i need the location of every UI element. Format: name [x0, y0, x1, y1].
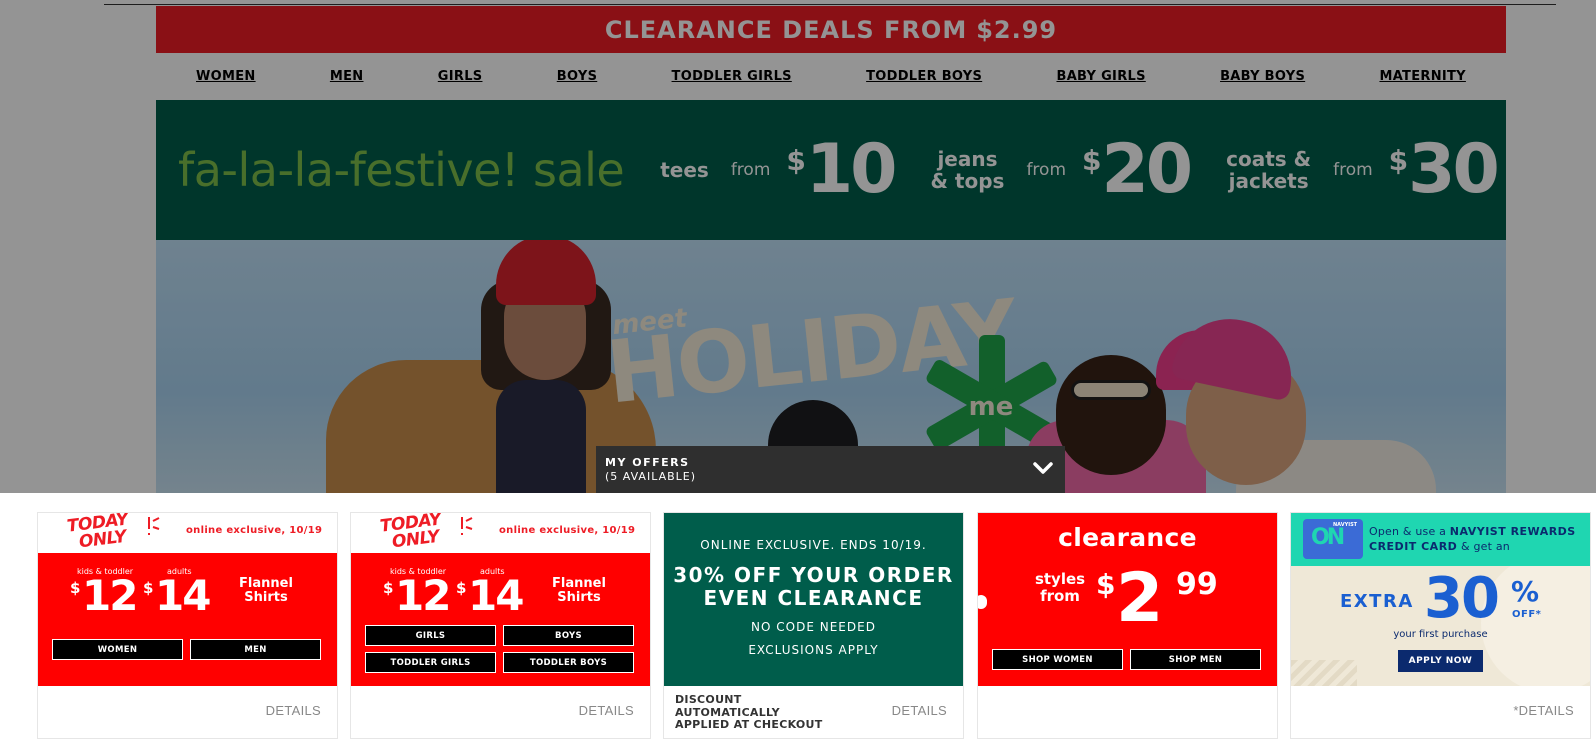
offer-exclusions: EXCLUSIONS APPLY: [748, 643, 879, 657]
off-label: OFF*: [1512, 609, 1542, 620]
today-only-label: TODAY ONLY: [65, 513, 130, 553]
offer-card-30-off-order[interactable]: ONLINE EXCLUSIVE. ENDS 10/19. 30% OFF YO…: [663, 512, 964, 739]
offer-card-navyist-credit[interactable]: ON NAVYIST Open & use a NAVYIST REWARDS C…: [1290, 512, 1591, 739]
offer-footer: DETAILS: [351, 686, 650, 739]
offer-art: ONLINE EXCLUSIVE. ENDS 10/19. 30% OFF YO…: [664, 513, 963, 686]
sparkle-icon: [148, 517, 160, 535]
offer-footer: DISCOUNT AUTOMATICALLY APPLIED AT CHECKOUT…: [664, 686, 963, 739]
chevron-down-icon[interactable]: [1033, 461, 1053, 475]
my-offers-count: (5 AVAILABLE): [605, 470, 697, 483]
kids-price: 12: [82, 571, 138, 620]
kids-currency: $: [70, 579, 81, 597]
credit-card-icon: ON NAVYIST: [1303, 519, 1363, 559]
shop-men-button[interactable]: MEN: [190, 639, 321, 660]
details-link[interactable]: DETAILS: [579, 703, 634, 718]
offer-no-code: NO CODE NEEDED: [751, 620, 876, 634]
modal-backdrop[interactable]: [0, 0, 1596, 493]
offer-headline: 30% OFF YOUR ORDER EVEN CLEARANCE: [673, 563, 954, 610]
clearance-title: clearance: [1058, 523, 1197, 552]
offer-art: ON NAVYIST Open & use a NAVYIST REWARDS C…: [1291, 513, 1590, 686]
offer-card-flannel-adults[interactable]: TODAY ONLY online exclusive, 10/19 kids &…: [37, 512, 338, 739]
apply-now-button[interactable]: APPLY NOW: [1398, 650, 1483, 672]
details-link[interactable]: DETAILS: [266, 703, 321, 718]
styles-from-text: styles from: [1034, 570, 1086, 605]
details-link[interactable]: *DETAILS: [1513, 703, 1574, 718]
shop-boys-button[interactable]: BOYS: [503, 625, 634, 646]
decorative-dot: [978, 595, 987, 609]
today-only-label: TODAY ONLY: [378, 513, 443, 553]
clearance-price-dollars: 2: [1116, 559, 1164, 638]
shop-toddler-boys-button[interactable]: TODDLER BOYS: [503, 652, 634, 673]
shop-girls-button[interactable]: GIRLS: [365, 625, 496, 646]
offer-footer: [978, 686, 1277, 739]
shop-men-button[interactable]: SHOP MEN: [1130, 649, 1261, 670]
my-offers-title: MY OFFERS: [605, 456, 690, 469]
clearance-currency: $: [1096, 568, 1116, 601]
my-offers-toggle[interactable]: MY OFFERS (5 AVAILABLE): [596, 446, 1065, 493]
percent-sign: %: [1511, 575, 1540, 608]
adults-currency: $: [456, 579, 467, 597]
product-name: Flannel Shirts: [552, 576, 606, 605]
credit-card-offer-text: Open & use a NAVYIST REWARDS CREDIT CARD…: [1369, 525, 1576, 553]
offer-footer: DETAILS: [38, 686, 337, 739]
extra-label: EXTRA: [1340, 591, 1414, 612]
discount-note: DISCOUNT AUTOMATICALLY APPLIED AT CHECKOUT: [675, 693, 823, 731]
shop-women-button[interactable]: WOMEN: [52, 639, 183, 660]
decorative-stripes: [1291, 660, 1357, 686]
offer-red-panel: kids & toddler adults $ 12 $ 14 Flannel S…: [38, 553, 337, 686]
shop-women-button[interactable]: SHOP WOMEN: [992, 649, 1123, 670]
offer-card-flannel-kids[interactable]: TODAY ONLY online exclusive, 10/19 kids &…: [350, 512, 651, 739]
shop-toddler-girls-button[interactable]: TODDLER GIRLS: [365, 652, 496, 673]
first-purchase-text: your first purchase: [1393, 629, 1488, 640]
offer-online-exclusive: ONLINE EXCLUSIVE. ENDS 10/19.: [700, 538, 927, 552]
offer-art: TODAY ONLY online exclusive, 10/19 kids &…: [38, 513, 337, 686]
kids-price: 12: [395, 571, 451, 620]
offer-art: clearance styles from $ 2 99 SHOP WOMEN S…: [978, 513, 1277, 686]
kids-currency: $: [383, 579, 394, 597]
online-exclusive-text: online exclusive, 10/19: [186, 525, 323, 536]
offer-card-clearance[interactable]: clearance styles from $ 2 99 SHOP WOMEN S…: [977, 512, 1278, 739]
page: CLEARANCE DEALS FROM $2.99 WOMEN MEN GIR…: [0, 0, 1596, 739]
extra-percent-value: 30: [1424, 566, 1500, 631]
sparkle-icon: [461, 517, 473, 535]
clearance-price-cents: 99: [1176, 567, 1218, 602]
offers-drawer: TODAY ONLY online exclusive, 10/19 kids &…: [0, 493, 1596, 739]
offer-footer: *DETAILS: [1291, 686, 1590, 739]
adults-price: 14: [468, 571, 524, 620]
adults-price: 14: [155, 571, 211, 620]
product-name: Flannel Shirts: [239, 576, 293, 605]
online-exclusive-text: online exclusive, 10/19: [499, 525, 636, 536]
adults-currency: $: [143, 579, 154, 597]
offer-art: TODAY ONLY online exclusive, 10/19 kids &…: [351, 513, 650, 686]
details-link[interactable]: DETAILS: [892, 703, 947, 718]
